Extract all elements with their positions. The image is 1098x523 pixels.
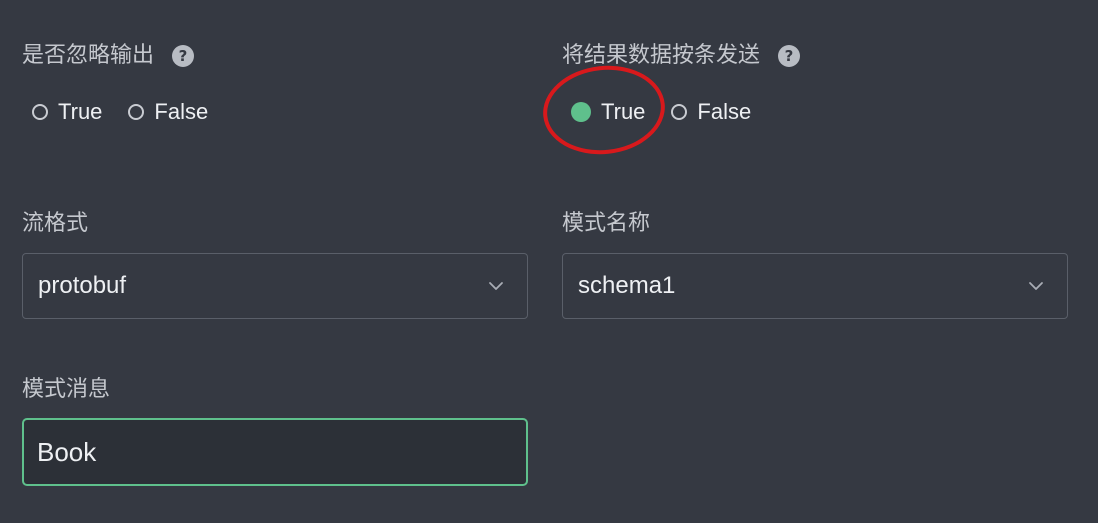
schema-name-value: schema1 xyxy=(578,272,676,299)
ignore-output-help-icon[interactable]: ? xyxy=(172,45,195,67)
ignore-output-radio-group: True False xyxy=(32,97,234,127)
radio-label: False xyxy=(697,99,752,124)
radio-checked-icon[interactable] xyxy=(571,102,591,122)
radio-label: False xyxy=(154,99,209,124)
stream-format-select[interactable]: protobuf xyxy=(22,253,528,319)
ignore-output-radio-true[interactable]: True xyxy=(32,99,102,125)
radio-label: True xyxy=(58,99,103,124)
ignore-output-radio-false[interactable]: False xyxy=(128,99,208,125)
stream-format-label-row: 流格式 xyxy=(22,210,88,238)
send-by-record-label-row: 将结果数据按条发送 ? xyxy=(562,42,801,70)
schema-name-label: 模式名称 xyxy=(562,211,651,236)
ignore-output-label: 是否忽略输出 xyxy=(22,43,155,68)
stream-format-value: protobuf xyxy=(38,272,127,299)
chevron-down-icon[interactable] xyxy=(487,277,505,295)
schema-name-select[interactable]: schema1 xyxy=(562,253,1068,319)
ignore-output-label-row: 是否忽略输出 ? xyxy=(22,42,195,70)
send-by-record-radio-true[interactable]: True xyxy=(571,99,645,125)
send-by-record-help-icon[interactable]: ? xyxy=(778,45,801,67)
schema-name-label-row: 模式名称 xyxy=(562,210,650,238)
send-by-record-label: 将结果数据按条发送 xyxy=(562,43,761,68)
radio-unchecked-icon[interactable] xyxy=(128,104,145,120)
form-panel: 是否忽略输出 ? True False 将结果数据按条发送 ? True Fal… xyxy=(0,0,1098,523)
chevron-down-icon[interactable] xyxy=(1027,277,1045,295)
stream-format-label: 流格式 xyxy=(22,211,89,236)
radio-unchecked-icon[interactable] xyxy=(32,104,48,120)
send-by-record-radio-false[interactable]: False xyxy=(671,99,751,125)
schema-message-input[interactable] xyxy=(22,418,528,486)
schema-message-label-row: 模式消息 xyxy=(22,376,110,404)
send-by-record-radio-group: True False xyxy=(571,97,777,127)
radio-label: True xyxy=(601,99,646,124)
radio-unchecked-icon[interactable] xyxy=(671,104,688,120)
schema-message-label: 模式消息 xyxy=(22,377,111,402)
